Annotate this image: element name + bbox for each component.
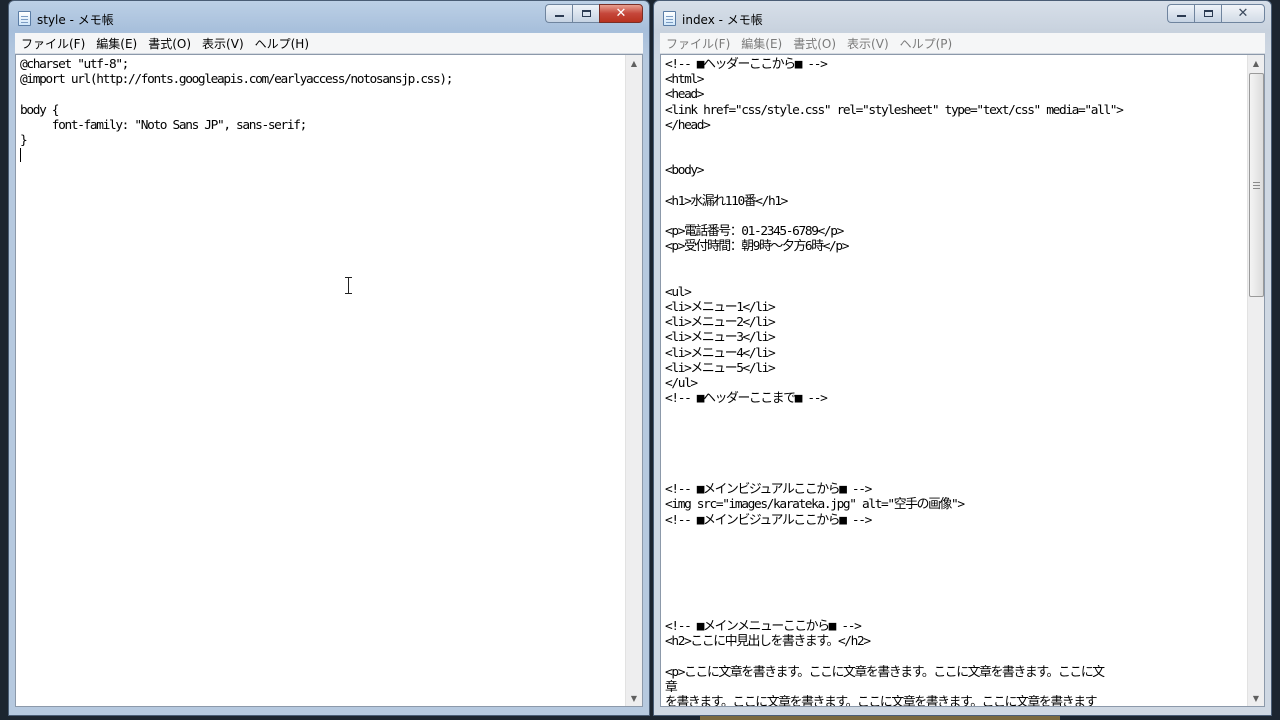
menu-file[interactable]: ファイル(F) [15,35,90,52]
text-line[interactable] [665,452,1246,467]
text-line[interactable]: </head> [665,118,1246,133]
scroll-down-arrow-icon[interactable]: ▼ [626,690,642,706]
text-line[interactable] [665,543,1246,558]
scrollbar-thumb[interactable] [1249,73,1264,297]
notepad-window-style[interactable]: style - メモ帳 ✕ ファイル(F) 編集(E) 書式(O) 表示(V) … [8,0,650,716]
text-line[interactable]: } [20,133,624,148]
text-line[interactable] [665,558,1246,573]
text-line[interactable] [20,148,624,163]
text-line[interactable]: @charset "utf-8"; [20,57,624,72]
window-title: style - メモ帳 [37,13,114,27]
close-button[interactable]: ✕ [1221,4,1265,23]
notepad-window-index[interactable]: index - メモ帳 ✕ ファイル(F) 編集(E) 書式(O) 表示(V) … [653,0,1272,716]
text-line[interactable]: </ul> [665,376,1246,391]
text-line[interactable]: <img src="images/karateka.jpg" alt="空手の画… [665,497,1246,512]
text-line[interactable]: <p>ここに文章を書きます。ここに文章を書きます。ここに文章を書きます。ここに文 [665,665,1246,680]
text-line[interactable] [665,528,1246,543]
title-bar[interactable]: index - メモ帳 ✕ [654,1,1271,33]
vertical-scrollbar[interactable]: ▲ ▼ [625,55,642,706]
close-button[interactable]: ✕ [599,4,643,23]
close-icon: ✕ [615,6,627,21]
minimize-icon [554,15,564,17]
text-line[interactable]: <!-- ■ヘッダーここから■ --> [665,57,1246,72]
text-line[interactable] [665,406,1246,421]
text-editor[interactable]: @charset "utf-8"; @import url(http://font… [15,54,643,707]
menu-edit[interactable]: 編集(E) [735,35,787,52]
text-line[interactable]: <h2>ここに中見出しを書きます。</h2> [665,634,1246,649]
scroll-up-arrow-icon[interactable]: ▲ [626,55,642,71]
vertical-scrollbar[interactable]: ▲ ▼ [1247,55,1264,706]
text-line[interactable] [665,209,1246,224]
menu-format[interactable]: 書式(O) [787,35,841,52]
text-editor[interactable]: <!-- ■ヘッダーここから■ --> <html> <head> <link hre… [660,54,1265,707]
menu-format[interactable]: 書式(O) [142,35,196,52]
text-line[interactable] [20,87,624,102]
minimize-icon [1176,15,1186,17]
caption-buttons: ✕ [545,4,643,23]
menu-help[interactable]: ヘルプ(P) [894,35,958,52]
text-line[interactable]: <p>電話番号：01-2345-6789</p> [665,224,1246,239]
window-title: index - メモ帳 [682,13,763,27]
text-line[interactable] [665,589,1246,604]
text-line[interactable]: body { [20,103,624,118]
text-line[interactable]: <body> [665,163,1246,178]
text-line[interactable]: <!-- ■メインビジュアルここから■ --> [665,482,1246,497]
menu-bar: ファイル(F) 編集(E) 書式(O) 表示(V) ヘルプ(H) [15,33,643,54]
text-line[interactable]: <!-- ■メインビジュアルここから■ --> [665,513,1246,528]
text-line[interactable] [665,604,1246,619]
maximize-icon [581,10,591,17]
scroll-down-arrow-icon[interactable]: ▼ [1248,690,1264,706]
text-line[interactable] [665,437,1246,452]
text-line[interactable]: <li>メニュー2</li> [665,315,1246,330]
text-line[interactable]: <!-- ■ヘッダーここまで■ --> [665,391,1246,406]
text-line[interactable]: <h1>水漏れ110番</h1> [665,194,1246,209]
text-line[interactable]: font-family: "Noto Sans JP", sans-serif; [20,118,624,133]
text-line[interactable]: 章 [665,680,1246,695]
text-line[interactable] [665,467,1246,482]
minimize-button[interactable] [545,4,572,23]
scroll-up-arrow-icon[interactable]: ▲ [1248,55,1264,71]
maximize-button[interactable] [572,4,599,23]
text-line[interactable]: <li>メニュー4</li> [665,346,1246,361]
text-line[interactable] [665,179,1246,194]
maximize-icon [1203,10,1213,17]
editor-text[interactable]: @charset "utf-8"; @import url(http://font… [20,57,624,706]
text-cursor-icon [344,277,353,294]
menu-file[interactable]: ファイル(F) [660,35,735,52]
text-line[interactable] [665,270,1246,285]
notepad-icon[interactable] [663,11,676,26]
text-line[interactable]: <li>メニュー1</li> [665,300,1246,315]
text-line[interactable]: <li>メニュー5</li> [665,361,1246,376]
menu-edit[interactable]: 編集(E) [90,35,142,52]
editor-text[interactable]: <!-- ■ヘッダーここから■ --> <html> <head> <link hre… [665,57,1246,706]
text-line[interactable] [665,649,1246,664]
minimize-button[interactable] [1167,4,1194,23]
text-line[interactable] [665,148,1246,163]
text-line[interactable]: <ul> [665,285,1246,300]
text-line[interactable]: <li>メニュー3</li> [665,330,1246,345]
menu-bar: ファイル(F) 編集(E) 書式(O) 表示(V) ヘルプ(P) [660,33,1265,54]
text-line[interactable] [665,422,1246,437]
menu-help[interactable]: ヘルプ(H) [249,35,314,52]
text-line[interactable]: @import url(http://fonts.googleapis.com/… [20,72,624,87]
text-line[interactable] [665,133,1246,148]
title-bar[interactable]: style - メモ帳 ✕ [9,1,649,33]
text-line[interactable] [665,254,1246,269]
maximize-button[interactable] [1194,4,1221,23]
text-line[interactable]: <link href="css/style.css" rel="styleshe… [665,103,1246,118]
grip-icon [1253,185,1260,186]
text-caret [20,148,21,163]
notepad-icon[interactable] [18,11,31,26]
text-line[interactable] [665,573,1246,588]
text-line[interactable]: を書きます。ここに文章を書きます。ここに文章を書きます。ここに文章を書きます [665,695,1246,706]
text-line[interactable]: <html> [665,72,1246,87]
menu-view[interactable]: 表示(V) [841,35,894,52]
caption-buttons: ✕ [1167,4,1265,23]
text-line[interactable]: <p>受付時間：朝9時～夕方6時</p> [665,239,1246,254]
text-line[interactable]: <!-- ■メインメニューここから■ --> [665,619,1246,634]
menu-view[interactable]: 表示(V) [196,35,249,52]
text-line[interactable]: <head> [665,87,1246,102]
close-icon: ✕ [1237,6,1249,21]
